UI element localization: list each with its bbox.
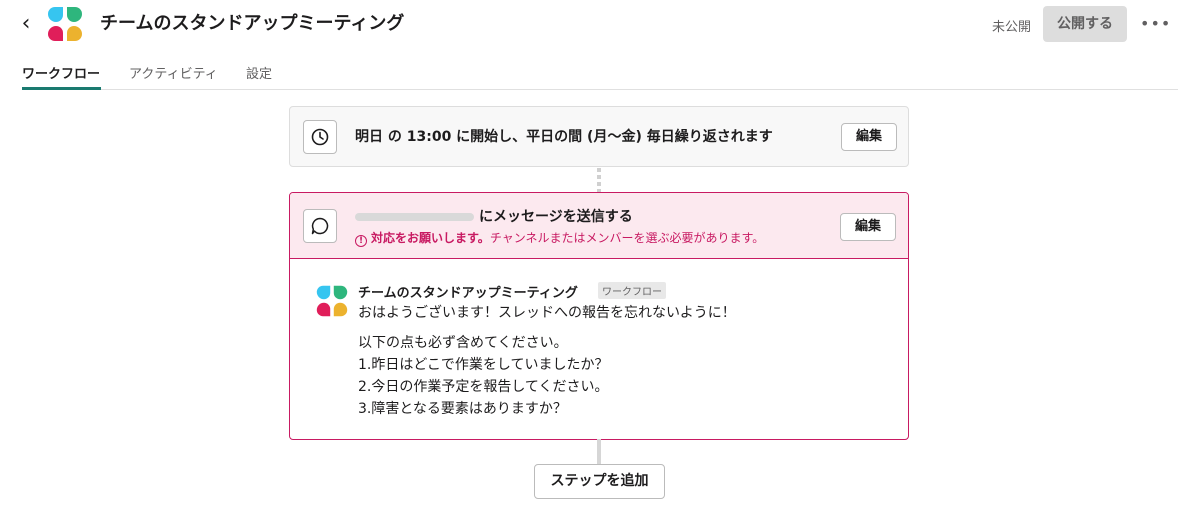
send-message-step-card[interactable]: にメッセージを送信する ! 対応をお願いします。チャンネルまたはメンバーを選ぶ必要… xyxy=(289,192,909,440)
active-tab-indicator xyxy=(22,87,101,90)
step-connector xyxy=(597,168,601,192)
edit-step-button[interactable]: 編集 xyxy=(840,213,896,241)
sender-avatar-icon xyxy=(316,285,348,317)
message-line: 1.昨日はどこで作業をしていましたか？ xyxy=(358,357,609,373)
step-header: にメッセージを送信する ! 対応をお願いします。チャンネルまたはメンバーを選ぶ必要… xyxy=(290,193,908,259)
message-line: おはようございます！スレッドへの報告を忘れないように！ xyxy=(358,305,736,321)
publish-button[interactable]: 公開する xyxy=(1043,6,1127,42)
message-line: 2.今日の作業予定を報告してください。 xyxy=(358,379,609,395)
warning-detail-text: チャンネルまたはメンバーを選ぶ必要があります。 xyxy=(489,231,765,245)
header: ‹ チームのスタンドアップミーティング 未公開 公開する ••• xyxy=(0,0,1179,50)
add-step-button[interactable]: ステップを追加 xyxy=(534,464,665,499)
workflow-badge: ワークフロー xyxy=(598,282,666,299)
recipient-placeholder xyxy=(355,213,474,221)
message-line: 以下の点も必ず含めてください。 xyxy=(358,335,568,351)
trigger-card[interactable]: 明日 の 13:00 に開始し、平日の間 (月〜金) 毎日繰り返されます 編集 xyxy=(289,106,909,167)
tab-activity[interactable]: アクティビティ xyxy=(129,63,218,82)
message-line: 3.障害となる要素はありますか？ xyxy=(358,401,567,417)
warning-message: ! 対応をお願いします。チャンネルまたはメンバーを選ぶ必要があります。 xyxy=(355,230,764,247)
publish-status-text: 未公開 xyxy=(992,20,1032,35)
warning-strong-text: 対応をお願いします。 xyxy=(371,231,490,245)
message-sender-name: チームのスタンドアップミーティング xyxy=(358,286,578,301)
warning-circle-icon: ! xyxy=(355,235,367,247)
page-title: チームのスタンドアップミーティング xyxy=(100,13,405,34)
tab-bar: ワークフロー アクティビティ 設定 xyxy=(22,58,1178,90)
back-chevron-icon[interactable]: ‹ xyxy=(16,12,36,36)
step-title: にメッセージを送信する xyxy=(479,209,633,225)
message-bubble-icon xyxy=(303,209,337,243)
more-options-icon[interactable]: ••• xyxy=(1140,10,1170,38)
step-connector xyxy=(597,439,601,464)
clock-icon xyxy=(303,120,337,154)
trigger-description: 明日 の 13:00 に開始し、平日の間 (月〜金) 毎日繰り返されます xyxy=(355,129,773,145)
tab-settings[interactable]: 設定 xyxy=(246,63,272,82)
edit-trigger-button[interactable]: 編集 xyxy=(841,123,897,151)
tab-workflow[interactable]: ワークフロー xyxy=(22,63,100,82)
workflow-logo-icon xyxy=(48,7,82,41)
